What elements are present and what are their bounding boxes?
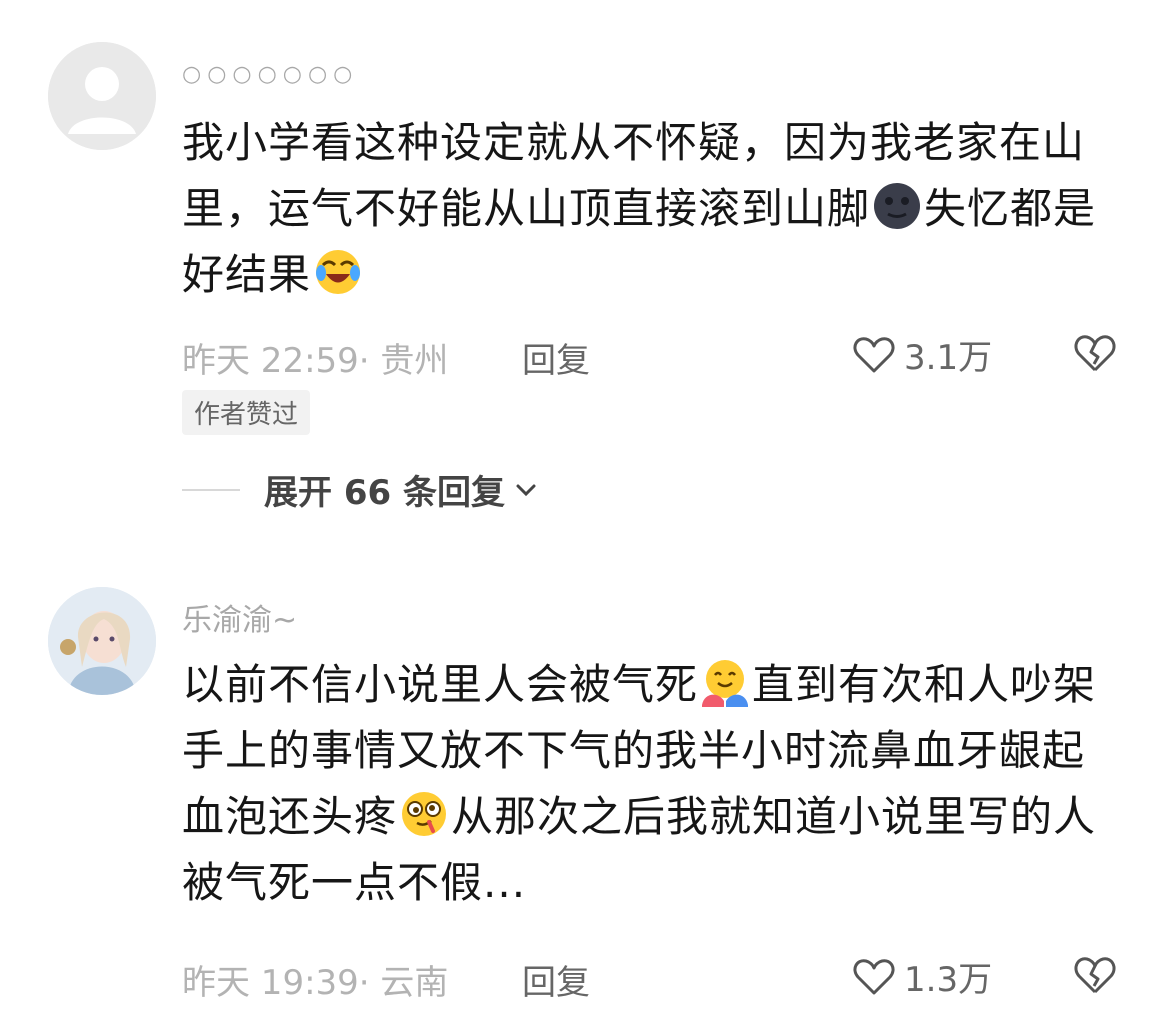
like-count: 1.3万 (904, 960, 993, 1000)
reply-button[interactable]: 回复 (522, 955, 590, 1004)
time-location: 昨天 19:39· 云南 (182, 963, 449, 1003)
comment-body: 以前不信小说里人会被气死 直到有次和人吵架手上的事情又放不下气的我半小时流鼻血牙… (182, 652, 1122, 916)
broken-heart-icon (1074, 335, 1116, 372)
username[interactable]: ○○○○○○○ (182, 62, 358, 87)
divider-line (182, 488, 240, 491)
like-button[interactable]: 1.3万 (852, 952, 992, 1001)
heart-icon (853, 336, 895, 372)
expand-replies-button[interactable]: 展开 66 条回复 (182, 465, 539, 514)
expand-replies-label: 展开 66 条回复 (264, 473, 505, 513)
broken-heart-icon (1074, 957, 1116, 994)
reply-button[interactable]: 回复 (522, 333, 590, 382)
username[interactable]: 乐渝渝~ (182, 595, 297, 639)
chevron-down-icon (516, 484, 536, 496)
comment-text: 以前不信小说里人会被气死 (182, 660, 699, 709)
comment-body: 我小学看这种设定就从不怀疑，因为我老家在山里，运气不好能从山顶直接滚到山脚 失忆… (182, 110, 1122, 308)
author-liked-badge: 作者赞过 (182, 390, 311, 435)
dislike-button[interactable] (1072, 952, 1118, 1002)
heart-icon (853, 958, 895, 994)
dark-moon-face-icon (874, 183, 921, 229)
default-avatar-icon (48, 42, 156, 150)
like-count: 3.1万 (904, 338, 993, 378)
dizzy-face-icon (402, 792, 447, 836)
dislike-button[interactable] (1072, 330, 1118, 380)
avatar[interactable] (48, 587, 156, 695)
like-button[interactable]: 3.1万 (852, 330, 992, 379)
user-avatar-image (48, 587, 156, 695)
time-location: 昨天 22:59· 贵州 (182, 341, 449, 381)
laughing-crying-face-icon (316, 250, 361, 294)
avatar[interactable] (48, 42, 156, 150)
hugging-face-icon (702, 660, 749, 707)
